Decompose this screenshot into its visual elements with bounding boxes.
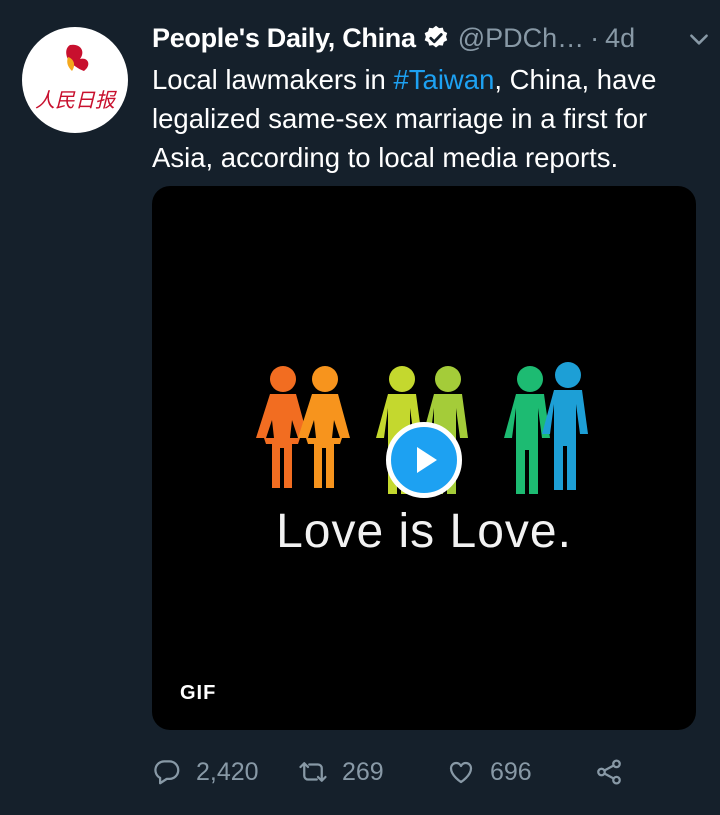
timestamp[interactable]: 4d [605,23,635,54]
reply-button[interactable]: 2,420 [152,750,259,794]
peoples-daily-logo: 人民日报 [35,44,117,112]
verified-badge-icon [424,25,447,48]
tweet-header: People's Daily, China @PDCh… · 4d [152,18,712,58]
tweet-actions: 2,420 269 696 [152,750,712,794]
separator-dot: · [590,22,600,53]
like-icon [449,761,473,784]
figure-female-amber [298,366,350,488]
play-icon [417,447,437,473]
retweet-button[interactable]: 269 [298,750,384,794]
chevron-down-icon[interactable] [686,26,712,52]
retweet-count: 269 [342,757,384,786]
author-name[interactable]: People's Daily, China [152,23,416,54]
reply-icon [154,760,180,785]
play-button[interactable] [386,422,462,498]
like-count: 696 [490,757,532,786]
gif-media[interactable]: Love is Love. GIF [152,186,696,730]
retweet-icon [299,762,327,782]
share-icon [597,759,621,785]
hashtag-link[interactable]: #Taiwan [393,64,494,95]
figure-female-orange [256,366,308,488]
author-handle[interactable]: @PDCh… [458,23,584,54]
like-button[interactable]: 696 [446,750,532,794]
gif-caption: Love is Love. [276,505,572,558]
figure-male-blue [542,362,588,490]
logo-text: 人民日报 [35,88,117,112]
reply-count: 2,420 [196,757,259,786]
tweet-text-before: Local lawmakers in [152,64,394,95]
avatar[interactable]: 人民日报 [22,27,128,133]
gif-badge: GIF [180,682,217,704]
tweet-text: Local lawmakers in #Taiwan, China, have … [152,60,712,177]
share-button[interactable] [594,750,624,794]
